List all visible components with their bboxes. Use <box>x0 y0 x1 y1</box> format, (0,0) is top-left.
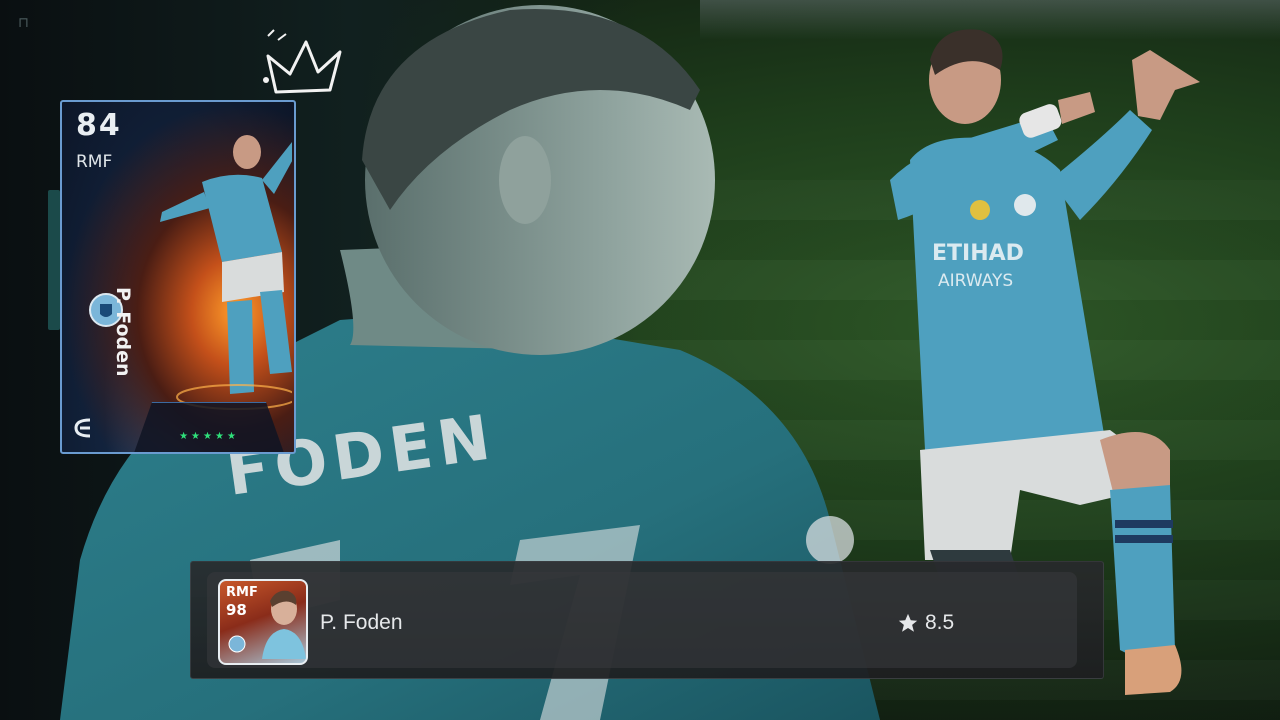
star-icon <box>898 613 918 632</box>
card-side-strip <box>48 190 60 330</box>
sponsor-line-1: ETIHAD <box>932 241 1024 266</box>
efootball-logo-icon <box>74 418 91 438</box>
game-scene: ⊓ FODEN ETIHAD AIRWAYS 84 RMF P. Foden ★… <box>0 0 1280 720</box>
crown-doodle-icon <box>263 29 342 94</box>
card-player-figure <box>160 135 292 410</box>
corner-logo-icon: ⊓ <box>18 14 29 30</box>
card-stars: ★★★★★ <box>179 431 239 442</box>
card-player-name: P. Foden <box>112 287 134 377</box>
mini-card-position: RMF <box>226 585 258 600</box>
rating-value: 8.5 <box>925 611 955 634</box>
card-position: RMF <box>76 152 113 172</box>
card-bottom-plate: ★★★★★ <box>134 402 284 452</box>
player-card[interactable]: 84 RMF P. Foden ★★★★★ <box>60 100 296 454</box>
player-rating: 8.5 <box>897 610 954 636</box>
sponsor-line-2: AIRWAYS <box>938 271 1013 291</box>
mini-card-player-face <box>262 590 306 659</box>
card-rating: 84 <box>76 108 122 143</box>
mini-card-rating: 98 <box>226 601 247 619</box>
mini-player-card[interactable]: RMF 98 <box>218 579 308 665</box>
player-name: P. Foden <box>320 611 403 634</box>
mini-club-crest-icon <box>228 635 246 653</box>
